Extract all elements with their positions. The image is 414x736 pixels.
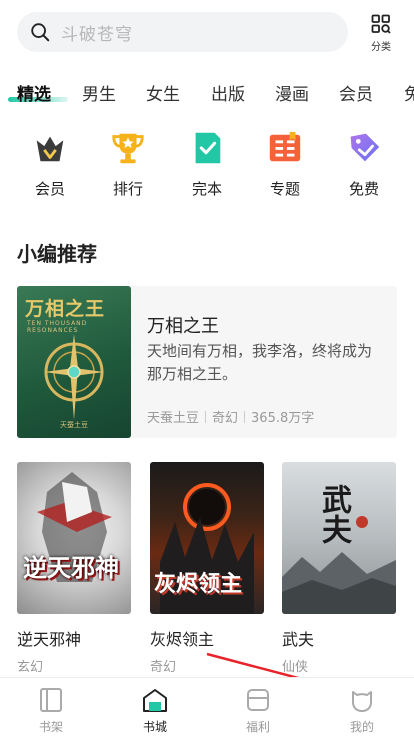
completed-check-icon	[195, 132, 221, 164]
channel-tabs: 精选 男生 女生 出版 漫画 会员 免	[0, 74, 414, 110]
book-title[interactable]: 逆天邪神	[17, 626, 131, 650]
category-button[interactable]: 分类	[364, 14, 398, 54]
book-genre: 玄幻	[17, 660, 44, 675]
bookstore-icon	[143, 689, 167, 712]
featured-book-genre: 奇幻	[212, 411, 239, 426]
meta-divider	[244, 410, 246, 423]
quick-entry-completed[interactable]: 完本	[177, 128, 237, 199]
featured-book-title[interactable]: 万相之王	[147, 312, 219, 338]
quick-entry-vip[interactable]: 会员	[20, 128, 80, 199]
nav-label: 书架	[38, 720, 63, 734]
featured-book-cover[interactable]: 万相之王 TEN THOUSAND RESONANCES 天蚕土豆	[17, 286, 131, 438]
featured-book-author: 天蚕土豆	[147, 411, 200, 426]
welfare-icon	[247, 689, 269, 711]
quick-entry-topics[interactable]: 专题	[255, 128, 315, 199]
quick-entry-ranking[interactable]: 排行	[98, 128, 158, 199]
book-card[interactable]: 武夫 武夫 仙侠	[282, 462, 396, 675]
book-genre: 奇幻	[150, 660, 177, 675]
book-cover[interactable]: 灰烬领主	[150, 462, 264, 614]
search-placeholder: 斗破苍穹	[61, 24, 133, 45]
book-title[interactable]: 武夫	[282, 626, 396, 650]
section-title: 小编推荐	[17, 242, 97, 266]
profile-icon	[352, 691, 372, 712]
category-grid-icon	[371, 14, 391, 34]
quick-entry-label: 会员	[34, 180, 65, 198]
vip-crown-icon	[36, 136, 64, 162]
quick-entry-label: 排行	[112, 180, 143, 198]
nav-label: 福利	[245, 720, 270, 734]
nav-label: 我的	[349, 720, 374, 734]
free-tag-icon	[350, 133, 380, 162]
quick-entry-label: 完本	[191, 180, 222, 198]
nav-profile[interactable]: 我的	[332, 686, 392, 735]
book-cover[interactable]: 武夫	[282, 462, 396, 614]
bookshelf-icon	[40, 688, 62, 712]
tab-male[interactable]: 男生	[82, 80, 116, 105]
featured-book-word-count: 365.8万字	[251, 411, 315, 426]
nav-welfare[interactable]: 福利	[228, 686, 288, 735]
book-title[interactable]: 灰烬领主	[150, 626, 264, 650]
featured-book-description: 天地间有万相，我李洛，终将成为那万相之王。	[147, 342, 373, 383]
quick-entry-label: 免费	[348, 180, 379, 198]
book-card[interactable]: 逆天邪神 逆天邪神 玄幻	[17, 462, 131, 675]
search-input[interactable]: 斗破苍穹	[17, 12, 348, 52]
quick-entry-row: 会员 排行 完本 专题 免费	[0, 128, 414, 208]
cover-author: 天蚕土豆	[60, 421, 88, 429]
cover-title: 逆天邪神	[23, 554, 119, 582]
nav-bookstore[interactable]: 书城	[125, 686, 185, 735]
tab-female[interactable]: 女生	[146, 80, 180, 105]
search-icon	[31, 23, 50, 42]
tab-free-partial[interactable]: 免	[404, 80, 414, 105]
nav-label: 书城	[142, 720, 167, 734]
tab-vip[interactable]: 会员	[339, 80, 373, 105]
tab-comics[interactable]: 漫画	[275, 80, 309, 105]
search-row: 斗破苍穹 分类	[0, 0, 414, 64]
cover-title: 万相之王	[25, 298, 106, 320]
emblem-illustration	[44, 334, 104, 420]
meta-divider	[205, 410, 207, 423]
book-cover[interactable]: 逆天邪神	[17, 462, 131, 614]
cover-title: 灰烬领主	[154, 572, 243, 597]
cover-title: 武夫	[316, 484, 351, 544]
trophy-icon	[112, 133, 144, 164]
featured-book-card[interactable]: 万相之王 TEN THOUSAND RESONANCES 天蚕土豆 万相之王 天…	[17, 286, 397, 438]
category-label: 分类	[371, 42, 391, 53]
nav-bookshelf[interactable]: 书架	[21, 686, 81, 735]
book-card[interactable]: 灰烬领主 灰烬领主 奇幻	[150, 462, 264, 675]
topic-book-icon	[269, 131, 301, 162]
warrior-illustration	[37, 472, 112, 582]
tab-publishing[interactable]: 出版	[211, 80, 245, 105]
quick-entry-label: 专题	[269, 180, 300, 198]
tab-featured[interactable]: 精选	[17, 80, 51, 105]
featured-book-meta: 天蚕土豆 奇幻 365.8万字	[147, 407, 314, 426]
quick-entry-free[interactable]: 免费	[334, 128, 394, 199]
bottom-navigation: 书架 书城 福利 我的	[0, 677, 414, 736]
book-genre: 仙侠	[282, 660, 309, 675]
